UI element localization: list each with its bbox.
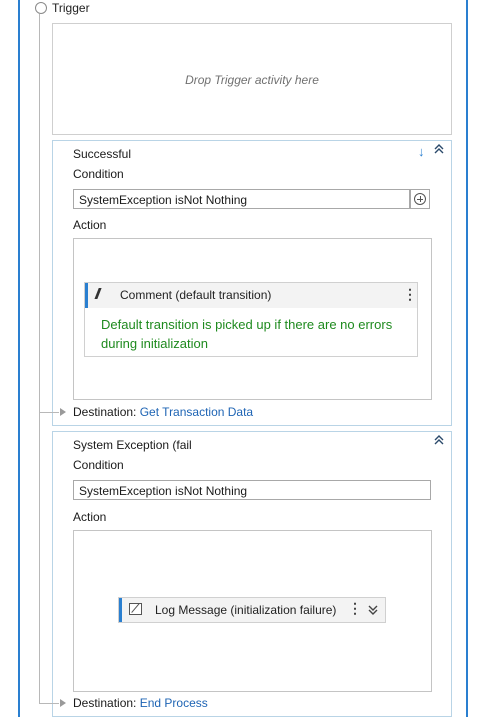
destination-label: Destination: — [73, 696, 137, 710]
move-down-icon[interactable]: ↓ — [418, 144, 425, 159]
log-message-activity[interactable]: Log Message (initialization failure) ⋮ — [118, 597, 386, 623]
comment-activity[interactable]: // Comment (default transition) ⋮ Defaul… — [84, 282, 418, 357]
connector-arrow-icon — [60, 408, 66, 416]
transition-system-exception[interactable]: System Exception (fail Condition SystemE… — [52, 431, 452, 717]
condition-label: Condition — [73, 458, 124, 472]
condition-input[interactable]: SystemException isNot Nothing — [73, 189, 410, 209]
transition-connector-line — [39, 14, 40, 704]
trigger-drop-zone[interactable]: Drop Trigger activity here — [52, 23, 452, 135]
destination-connector — [39, 412, 59, 413]
action-label: Action — [73, 510, 107, 524]
transition-title: Successful — [73, 147, 132, 161]
comment-header: // Comment (default transition) ⋮ — [85, 283, 417, 308]
trigger-drop-hint: Drop Trigger activity here — [185, 73, 319, 87]
destination-connector — [39, 703, 59, 704]
expand-icon[interactable] — [367, 604, 379, 619]
comment-title: Comment (default transition) — [120, 288, 272, 302]
container-border-left — [18, 0, 20, 717]
destination-link[interactable]: End Process — [140, 696, 208, 710]
comment-icon: // — [95, 286, 101, 303]
log-message-icon — [129, 603, 142, 615]
activity-accent-bar — [85, 283, 88, 308]
collapse-icon[interactable] — [433, 434, 445, 449]
destination-label: Destination: — [73, 405, 137, 419]
activity-accent-bar — [119, 598, 122, 622]
trigger-radio[interactable] — [35, 2, 47, 14]
condition-label: Condition — [73, 167, 124, 181]
log-message-title: Log Message (initialization failure) — [155, 603, 337, 617]
destination-row: Destination: Get Transaction Data — [73, 405, 253, 419]
condition-input[interactable]: SystemException isNot Nothing — [73, 480, 431, 500]
add-condition-button[interactable] — [410, 189, 430, 209]
destination-link[interactable]: Get Transaction Data — [140, 405, 253, 419]
plus-circle-icon — [414, 193, 426, 205]
comment-text[interactable]: Default transition is picked up if there… — [101, 315, 406, 353]
trigger-label: Trigger — [52, 1, 90, 15]
more-options-icon[interactable]: ⋮ — [348, 600, 362, 617]
transition-title: System Exception (fail — [73, 438, 192, 452]
more-options-icon[interactable]: ⋮ — [403, 286, 417, 303]
container-border-right — [466, 0, 468, 717]
connector-arrow-icon — [60, 699, 66, 707]
collapse-icon[interactable] — [433, 143, 445, 158]
action-label: Action — [73, 218, 107, 232]
destination-row: Destination: End Process — [73, 696, 208, 710]
